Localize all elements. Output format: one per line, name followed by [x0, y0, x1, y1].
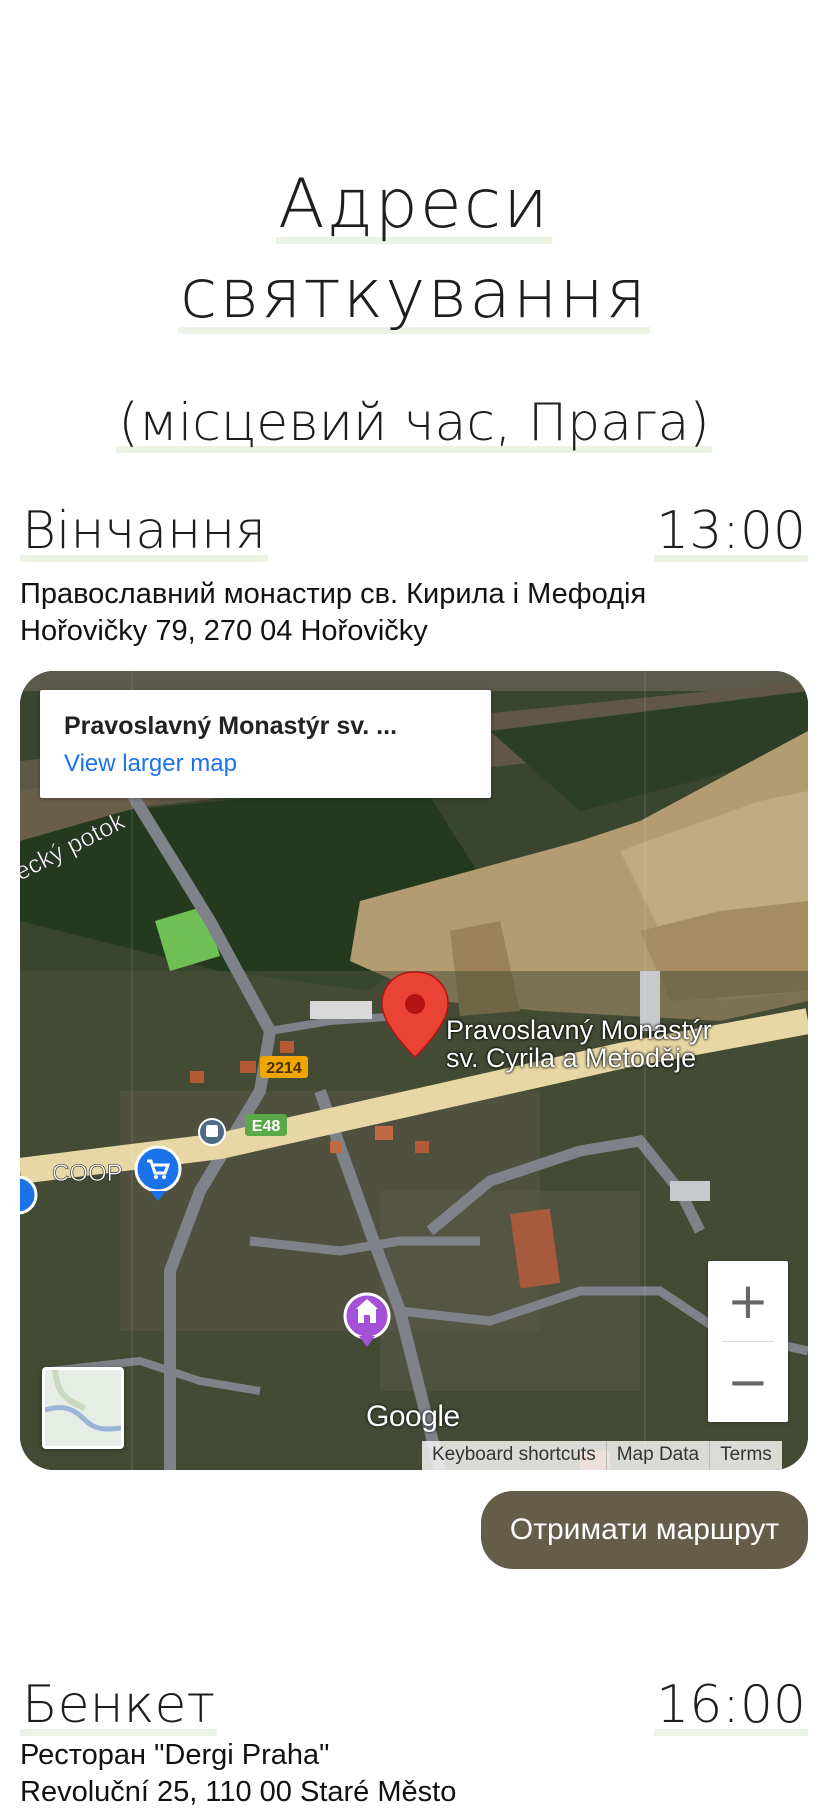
subtitle: (місцевий час, Прага): [0, 388, 828, 458]
venue-info-ceremony: Православний монастир св. Кирила і Мефод…: [20, 576, 808, 650]
map-info-card: Pravoslavný Monastýr sv. ... View larger…: [40, 690, 491, 798]
venue-name: Православний монастир св. Кирила і Мефод…: [20, 578, 647, 610]
google-logo: Google: [366, 1400, 460, 1433]
event-time: 13:00: [654, 500, 808, 562]
zoom-out-button[interactable]: −: [708, 1342, 788, 1422]
event-time: 16:00: [654, 1674, 808, 1736]
get-directions-button[interactable]: Отримати маршрут: [481, 1491, 808, 1569]
view-larger-map-link[interactable]: View larger map: [64, 750, 237, 778]
road-2214-label: 2214: [266, 1060, 302, 1077]
terms-link[interactable]: Terms: [709, 1441, 782, 1470]
map-attribution-bar: Keyboard shortcuts Map Data Terms: [422, 1441, 782, 1470]
map-data-link[interactable]: Map Data: [605, 1441, 709, 1470]
event-header-banquet: Бенкет 16:00: [20, 1674, 808, 1736]
zoom-in-button[interactable]: +: [708, 1261, 788, 1341]
title-line-2: святкування: [177, 255, 651, 334]
event-header-ceremony: Вінчання 13:00: [20, 500, 808, 562]
venue-info-banquet: Ресторан "Dergi Praha" Revoluční 25, 110…: [20, 1737, 808, 1811]
place-label-line-1: Pravoslavný Monastýr: [446, 1015, 712, 1045]
page-title: Адреси святкування: [0, 160, 828, 340]
zoom-controls: + −: [708, 1261, 788, 1422]
place-label[interactable]: Pravoslavný Monastýr sv. Cyrila a Metodě…: [446, 1016, 712, 1072]
shop-label: COOP: [52, 1160, 123, 1187]
road-e48-label: E48: [252, 1118, 281, 1135]
event-name: Вінчання: [20, 500, 268, 562]
place-label-line-2: sv. Cyrila a Metoděje: [446, 1043, 697, 1073]
venue-address: Hořovičky 79, 270 04 Hořovičky: [20, 615, 428, 647]
embedded-map[interactable]: ecký potok 2214 E48 COOP Pravoslavný Mon…: [20, 671, 808, 1470]
map-layer-thumbnail-icon: [45, 1370, 121, 1446]
keyboard-shortcuts-link[interactable]: Keyboard shortcuts: [422, 1441, 606, 1470]
map-type-toggle-button[interactable]: [42, 1367, 124, 1449]
venue-address: Revoluční 25, 110 00 Staré Město: [20, 1776, 457, 1808]
bus-stop-icon[interactable]: [198, 1118, 226, 1146]
event-name: Бенкет: [20, 1674, 218, 1736]
title-line-1: Адреси: [276, 165, 552, 244]
map-place-title: Pravoslavný Monastýr sv. ...: [64, 712, 398, 740]
venue-name: Ресторан "Dergi Praha": [20, 1739, 330, 1771]
subtitle-text: (місцевий час, Прага): [116, 393, 712, 453]
